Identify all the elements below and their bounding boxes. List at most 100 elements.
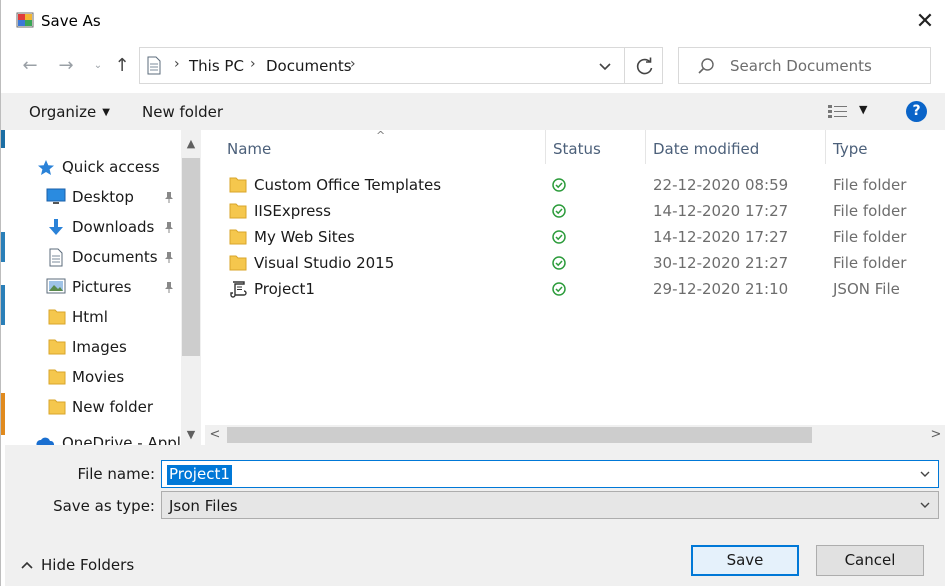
sync-ok-icon bbox=[552, 282, 566, 296]
chevron-down-icon[interactable] bbox=[918, 467, 932, 481]
nav-label: Movies bbox=[72, 368, 125, 386]
nav-item-quick-access[interactable]: Quick access bbox=[5, 154, 181, 180]
file-type: File folder bbox=[833, 254, 907, 272]
view-caret-icon[interactable]: ▼ bbox=[859, 103, 867, 116]
nav-label: Pictures bbox=[72, 278, 132, 296]
nav-label: Desktop bbox=[72, 188, 134, 206]
file-row[interactable]: Project1 29-12-2020 21:10 JSON File bbox=[221, 276, 945, 302]
column-header-type[interactable]: Type bbox=[833, 140, 867, 158]
close-button[interactable]: ✕ bbox=[909, 6, 941, 38]
search-icon bbox=[698, 58, 714, 74]
folder-icon bbox=[229, 177, 247, 193]
file-row[interactable]: IISExpress 14-12-2020 17:27 File folder bbox=[221, 198, 945, 224]
breadcrumb-this-pc[interactable]: This PC bbox=[189, 57, 244, 75]
column-header-name[interactable]: Name bbox=[227, 140, 271, 158]
folder-icon bbox=[48, 339, 66, 355]
save-button[interactable]: Save bbox=[691, 545, 799, 576]
nav-label: OneDrive - Appli bbox=[62, 434, 186, 445]
view-options-icon[interactable] bbox=[827, 103, 849, 119]
file-date: 14-12-2020 17:27 bbox=[653, 202, 789, 220]
nav-vertical-scrollbar[interactable]: ▲ ▼ bbox=[181, 130, 201, 445]
nav-item-pictures[interactable]: Pictures bbox=[5, 274, 181, 300]
organize-label: Organize bbox=[29, 103, 97, 121]
file-name-input[interactable]: Project1 bbox=[161, 460, 939, 488]
pin-icon[interactable] bbox=[163, 191, 175, 203]
folder-icon bbox=[48, 309, 66, 325]
column-divider[interactable] bbox=[545, 130, 546, 164]
title-bar: Save As ✕ bbox=[1, 0, 945, 42]
nav-item-downloads[interactable]: Downloads bbox=[5, 214, 181, 240]
chevron-down-icon[interactable] bbox=[918, 498, 932, 512]
nav-item-images[interactable]: Images bbox=[5, 334, 181, 360]
save-type-select[interactable]: Json Files bbox=[161, 491, 939, 519]
search-box[interactable]: Search Documents bbox=[678, 47, 931, 84]
pin-icon[interactable] bbox=[163, 251, 175, 263]
file-date: 14-12-2020 17:27 bbox=[653, 228, 789, 246]
nav-item-new-folder[interactable]: New folder bbox=[5, 394, 181, 420]
file-type: File folder bbox=[833, 228, 907, 246]
file-name: Project1 bbox=[254, 280, 315, 298]
file-row[interactable]: Custom Office Templates 22-12-2020 08:59… bbox=[221, 172, 945, 198]
address-dropdown-icon[interactable] bbox=[593, 54, 617, 78]
breadcrumb-separator-icon[interactable]: › bbox=[250, 56, 256, 72]
pin-icon[interactable] bbox=[163, 281, 175, 293]
file-date: 30-12-2020 21:27 bbox=[653, 254, 789, 272]
help-button[interactable]: ? bbox=[906, 101, 927, 122]
json-file-icon bbox=[230, 281, 247, 298]
save-type-label: Save as type: bbox=[53, 497, 155, 515]
caret-down-icon: ▼ bbox=[102, 107, 110, 118]
address-divider bbox=[624, 48, 625, 83]
recent-locations-chevron-icon[interactable]: ⌄ bbox=[86, 54, 110, 78]
file-name-value: Project1 bbox=[167, 465, 232, 485]
sync-ok-icon bbox=[552, 178, 566, 192]
column-divider[interactable] bbox=[825, 130, 826, 164]
nav-item-movies[interactable]: Movies bbox=[5, 364, 181, 390]
folder-icon bbox=[229, 203, 247, 219]
file-name: Custom Office Templates bbox=[254, 176, 442, 194]
organize-button[interactable]: Organize ▼ bbox=[29, 103, 110, 121]
scrollbar-thumb[interactable] bbox=[182, 158, 200, 356]
hide-folders-label: Hide Folders bbox=[41, 556, 135, 574]
cloud-icon bbox=[36, 437, 54, 445]
file-type: File folder bbox=[833, 202, 907, 220]
nav-item-html[interactable]: Html bbox=[5, 304, 181, 330]
back-arrow-icon[interactable]: ← bbox=[18, 54, 42, 78]
nav-item-documents[interactable]: Documents bbox=[5, 244, 181, 270]
up-arrow-icon[interactable]: ↑ bbox=[110, 54, 134, 78]
new-folder-button[interactable]: New folder bbox=[142, 103, 223, 121]
star-icon bbox=[38, 160, 54, 175]
scroll-left-icon[interactable]: < bbox=[205, 425, 225, 445]
nav-item-desktop[interactable]: Desktop bbox=[5, 184, 181, 210]
column-header-date-modified[interactable]: Date modified bbox=[653, 140, 759, 158]
nav-label: Quick access bbox=[62, 158, 160, 176]
file-name: My Web Sites bbox=[254, 228, 355, 246]
cancel-button[interactable]: Cancel bbox=[816, 545, 924, 576]
download-arrow-icon bbox=[49, 219, 63, 235]
scroll-down-icon[interactable]: ▼ bbox=[181, 425, 201, 445]
column-divider[interactable] bbox=[645, 130, 646, 164]
nav-label: Images bbox=[72, 338, 127, 356]
desktop-icon bbox=[46, 188, 66, 204]
breadcrumb-documents[interactable]: Documents bbox=[266, 57, 352, 75]
file-horizontal-scrollbar[interactable]: < > bbox=[205, 425, 945, 445]
navigation-pane: Quick access Desktop Downloads Documents bbox=[5, 130, 201, 445]
breadcrumb-separator-icon[interactable]: › bbox=[174, 56, 180, 72]
column-header-status[interactable]: Status bbox=[553, 140, 601, 158]
breadcrumb-separator-icon[interactable]: › bbox=[350, 56, 356, 72]
nav-label: Downloads bbox=[72, 218, 155, 236]
refresh-icon[interactable] bbox=[634, 55, 656, 77]
pictures-icon bbox=[46, 278, 66, 294]
pin-icon[interactable] bbox=[163, 221, 175, 233]
address-bar[interactable]: › This PC › Documents › bbox=[139, 47, 663, 84]
scroll-right-icon[interactable]: > bbox=[926, 425, 945, 445]
file-row[interactable]: Visual Studio 2015 30-12-2020 21:27 File… bbox=[221, 250, 945, 276]
forward-arrow-icon[interactable]: → bbox=[54, 54, 78, 78]
nav-label: Documents bbox=[72, 248, 158, 266]
scroll-up-icon[interactable]: ▲ bbox=[181, 134, 201, 154]
scrollbar-thumb[interactable] bbox=[227, 427, 812, 443]
hide-folders-button[interactable]: Hide Folders bbox=[21, 556, 134, 574]
sync-ok-icon bbox=[552, 204, 566, 218]
window-title: Save As bbox=[41, 12, 101, 30]
nav-item-onedrive[interactable]: OneDrive - Appli bbox=[5, 434, 185, 445]
file-row[interactable]: My Web Sites 14-12-2020 17:27 File folde… bbox=[221, 224, 945, 250]
